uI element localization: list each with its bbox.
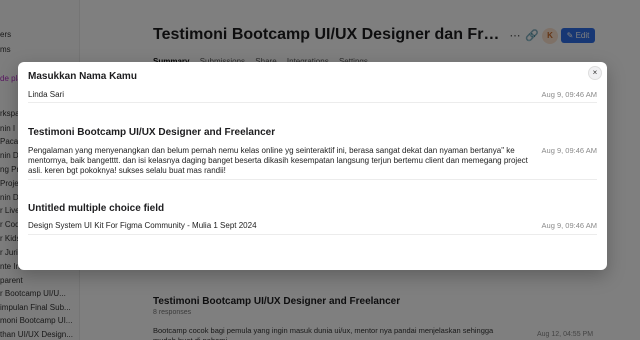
- field-date: Aug 9, 09:46 AM: [541, 146, 597, 155]
- divider: [28, 102, 597, 103]
- field-answer: Linda Sari: [28, 90, 65, 99]
- field-title: Testimoni Bootcamp UI/UX Designer and Fr…: [28, 127, 276, 138]
- field-date: Aug 9, 09:46 AM: [541, 221, 597, 230]
- field-answer: Pengalaman yang menyenangkan dan belum p…: [28, 146, 528, 175]
- field-answer: Design System UI Kit For Figma Community…: [28, 221, 257, 230]
- divider: [28, 179, 597, 180]
- close-button[interactable]: ×: [588, 66, 602, 80]
- field-date: Aug 9, 09:46 AM: [541, 90, 597, 99]
- field-title: Untitled multiple choice field: [28, 203, 165, 214]
- divider: [28, 234, 597, 235]
- close-icon: ×: [592, 68, 598, 77]
- field-title: Masukkan Nama Kamu: [28, 71, 137, 82]
